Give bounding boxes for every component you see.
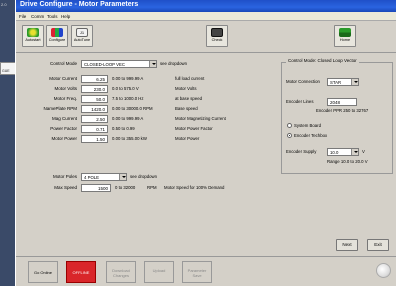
home-button[interactable]: Home	[334, 25, 356, 47]
param-label: Motor Power	[51, 136, 77, 141]
menu-tools[interactable]: Tools	[47, 14, 58, 19]
param-desc: at base speed	[175, 96, 202, 101]
autostart-icon	[27, 28, 39, 37]
upload-button[interactable]: Upload	[144, 261, 174, 283]
chevron-down-icon	[351, 79, 358, 85]
title-bar[interactable]: Drive Configure - Motor Parameters	[16, 0, 396, 12]
autotune-button[interactable]: J1 AutoTune	[71, 25, 93, 47]
nameplate-rpm-field[interactable]: 1420.0	[81, 105, 108, 113]
go-online-button[interactable]: Go Online	[28, 261, 58, 283]
exit-button[interactable]: Exit	[367, 239, 389, 251]
next-button[interactable]: Next	[336, 239, 358, 251]
control-mode-groupbox: Control Mode: Closed Loop Vector Motor C…	[281, 58, 393, 174]
max-speed-unit: RPM	[147, 185, 157, 190]
encoder-supply-select[interactable]: 10.0	[327, 148, 359, 156]
bottom-bar: Go Online OFFLINE Download Changes Uploa…	[16, 256, 396, 286]
encoder-techbox-radio[interactable]	[287, 133, 292, 138]
menu-comm[interactable]: Comm	[31, 14, 44, 19]
param-desc: Motor Power	[175, 136, 200, 141]
check-icon	[211, 28, 223, 37]
param-desc: Motor Power Factor	[175, 126, 213, 131]
background-app-label: GUE	[2, 69, 10, 73]
encoder-techbox-label: Encoder Techbox	[294, 133, 328, 138]
chevron-down-icon	[351, 149, 358, 155]
offline-status: OFFLINE	[66, 261, 96, 283]
encoder-lines-field[interactable]: 2048	[327, 98, 357, 106]
max-speed-label: Max Speed	[54, 185, 77, 190]
param-range: 0.00 to 999.99 A	[112, 76, 144, 81]
motor-poles-select[interactable]: 4 POLE	[81, 173, 127, 181]
menu-file[interactable]: File	[19, 14, 26, 19]
motor-power-field[interactable]: 1.50	[81, 135, 108, 143]
motor-parameters-panel: Control Mode CLOSED-LOOP VEC see dropdow…	[17, 56, 281, 256]
param-range: 0.0 to 575.0 V	[112, 86, 139, 91]
encoder-supply-range: Range 10.0 to 20.0 V	[327, 159, 368, 164]
power-factor-field[interactable]: 0.71	[81, 125, 108, 133]
home-icon	[339, 28, 351, 37]
window-title: Drive Configure - Motor Parameters	[20, 1, 139, 8]
configure-button[interactable]: Configure	[46, 25, 68, 47]
system-board-label: System Board	[294, 123, 321, 128]
motor-volts-field[interactable]: 230.0	[81, 85, 108, 93]
param-label: NamePlate RPM	[43, 106, 77, 111]
motor-freq-field[interactable]: 50.0	[81, 95, 108, 103]
param-desc: full load current	[175, 76, 205, 81]
chevron-down-icon	[119, 174, 126, 180]
status-light-icon	[376, 263, 391, 278]
param-range: 0.50 to 0.99	[112, 126, 135, 131]
param-desc: Motor Magnetizing Current	[175, 116, 226, 121]
param-range: 0.00 to 355.00 kW	[112, 136, 147, 141]
param-desc: Base speed	[175, 106, 198, 111]
configure-icon	[51, 28, 63, 37]
param-label: Motor Volts	[54, 86, 77, 91]
autotune-icon: J1	[76, 28, 88, 37]
motor-current-field[interactable]: 6.25	[81, 75, 108, 83]
motor-connection-label: Motor Connection	[286, 79, 320, 84]
motor-connection-select[interactable]: STAR	[327, 78, 359, 86]
param-range: 0.00 to 30000.0 RPM	[112, 106, 153, 111]
main-window: Drive Configure - Motor Parameters File …	[15, 0, 396, 286]
param-label: Power Factor	[50, 126, 77, 131]
param-range: 7.5 to 1000.0 Hz	[112, 96, 144, 101]
download-changes-button[interactable]: Download Changes	[106, 261, 136, 283]
chevron-down-icon	[149, 61, 156, 67]
motor-poles-note: see dropdown	[130, 174, 157, 179]
max-speed-desc: Motor Speed for 100% Demand	[164, 185, 225, 190]
param-range: 0.00 to 999.99 A	[112, 116, 144, 121]
background-app-pane: GUE	[0, 62, 16, 75]
mag-current-field[interactable]: 2.50	[81, 115, 108, 123]
autostart-button[interactable]: Autostart	[22, 25, 44, 47]
max-speed-range: 0 to 32000	[115, 185, 136, 190]
control-mode-select[interactable]: CLOSED-LOOP VEC	[81, 60, 157, 68]
menu-help[interactable]: Help	[61, 14, 70, 19]
system-board-radio[interactable]	[287, 123, 292, 128]
max-speed-field[interactable]: 1500	[81, 184, 111, 192]
param-desc: Motor Volts	[175, 86, 197, 91]
encoder-supply-unit: V	[362, 149, 365, 154]
param-label: Motor Freq.	[53, 96, 77, 101]
control-mode-note: see dropdown	[160, 61, 187, 66]
toolbar: Autostart Configure J1 AutoTune Check Ho…	[16, 21, 396, 53]
motor-poles-label: Motor Poles	[52, 174, 77, 179]
param-label: Motor Current	[49, 76, 77, 81]
param-label: Mag Current	[51, 116, 77, 121]
encoder-ppr-range: Encoder PPR 250 to 32767	[316, 108, 369, 113]
groupbox-title: Control Mode: Closed Loop Vector	[286, 58, 359, 63]
encoder-lines-label: Encoder Lines	[286, 99, 314, 104]
check-button[interactable]: Check	[206, 25, 228, 47]
parameter-save-button[interactable]: Parameter Save	[182, 261, 212, 283]
control-mode-label: Control Mode	[49, 61, 77, 66]
background-app-number: 2.0	[1, 2, 7, 7]
menu-bar: File Comm Tools Help	[16, 12, 396, 21]
encoder-supply-label: Encoder Supply	[286, 149, 317, 154]
